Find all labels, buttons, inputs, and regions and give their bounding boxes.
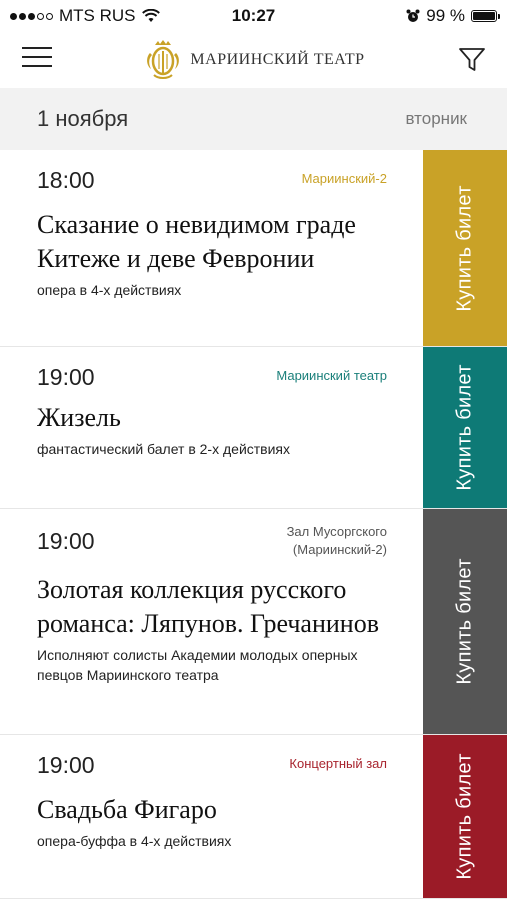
buy-ticket-button[interactable]: Купить билет (423, 347, 507, 508)
event-description: фантастический балет в 2-х действиях (37, 441, 291, 457)
status-left: MTS RUS (10, 6, 160, 26)
event-card[interactable]: 19:00 Мариинский театр Жизель фантастиче… (0, 347, 507, 509)
alarm-icon (406, 9, 420, 22)
theatre-emblem-icon (147, 40, 180, 79)
buy-ticket-label: Купить билет (453, 753, 476, 880)
logo-text: МАРИИНСКИЙ ТЕАТР (190, 51, 365, 68)
event-card[interactable]: 18:00 Мариинский-2 Сказание о невидимом … (0, 150, 507, 347)
event-info[interactable]: 19:00 Концертный зал Свадьба Фигаро опер… (0, 735, 423, 898)
buy-ticket-button[interactable]: Купить билет (423, 735, 507, 898)
event-card[interactable]: 19:00 Зал Мусоргского (Мариинский-2) Зол… (0, 509, 507, 735)
status-right: 99 % (406, 6, 500, 26)
event-card[interactable]: 19:00 Концертный зал Свадьба Фигаро опер… (0, 735, 507, 899)
status-bar: MTS RUS 10:27 99 % (0, 0, 507, 32)
signal-icon (10, 12, 53, 20)
event-info[interactable]: 19:00 Зал Мусоргского (Мариинский-2) Зол… (0, 509, 423, 734)
event-venue: Мариинский-2 (301, 171, 387, 186)
filter-icon[interactable] (457, 44, 487, 74)
event-venue: Мариинский театр (276, 368, 387, 383)
event-description: опера-буффа в 4-х действиях (37, 833, 232, 849)
event-info[interactable]: 18:00 Мариинский-2 Сказание о невидимом … (0, 150, 423, 346)
buy-ticket-label: Купить билет (453, 364, 476, 491)
event-description: опера в 4-х действиях (37, 282, 182, 298)
event-title[interactable]: Сказание о невидимом граде Китеже и деве… (37, 208, 389, 276)
wifi-icon (141, 9, 160, 22)
weekday-label: вторник (405, 109, 467, 128)
battery-icon (471, 10, 500, 22)
buy-ticket-button[interactable]: Купить билет (423, 150, 507, 346)
event-description: Исполняют солисты Академии молодых оперн… (37, 647, 358, 683)
buy-ticket-button[interactable]: Купить билет (423, 509, 507, 734)
menu-icon[interactable] (22, 44, 52, 70)
carrier-label: MTS RUS (59, 6, 136, 25)
battery-percent: 99 % (426, 6, 465, 25)
event-venue: Зал Мусоргского (Мариинский-2) (286, 524, 387, 557)
app-header: МАРИИНСКИЙ ТЕАТР (0, 32, 507, 88)
event-title[interactable]: Свадьба Фигаро (37, 793, 389, 827)
event-info[interactable]: 19:00 Мариинский театр Жизель фантастиче… (0, 347, 423, 508)
event-title[interactable]: Жизель (37, 401, 389, 435)
logo: МАРИИНСКИЙ ТЕАТР (142, 39, 364, 81)
date-label: 1 ноября (37, 106, 129, 131)
events-list: 18:00 Мариинский-2 Сказание о невидимом … (0, 150, 507, 899)
buy-ticket-label: Купить билет (453, 184, 476, 312)
event-title[interactable]: Золотая коллекция русского романса: Ляпу… (37, 573, 389, 641)
buy-ticket-label: Купить билет (453, 558, 476, 685)
event-venue: Концертный зал (289, 756, 387, 771)
date-header: 1 ноября вторник (0, 88, 507, 150)
